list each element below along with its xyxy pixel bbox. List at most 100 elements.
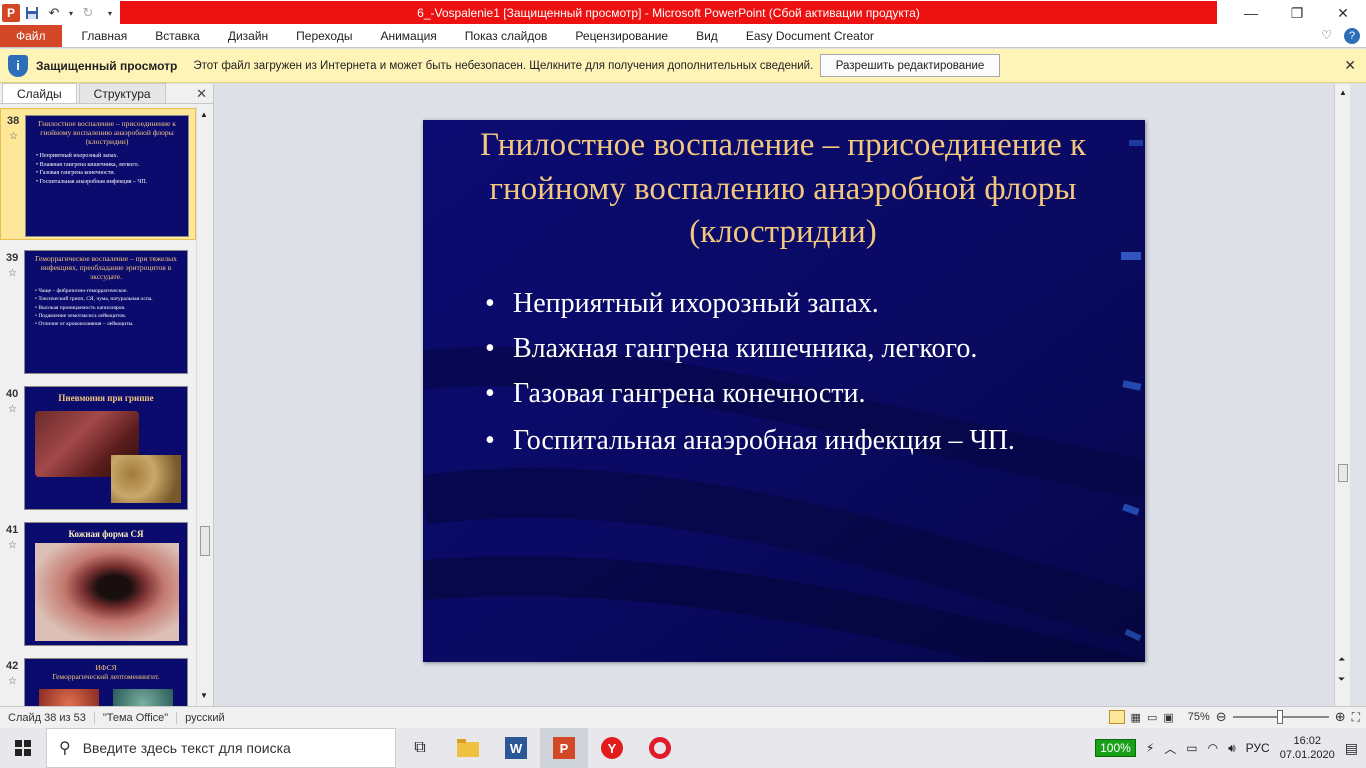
thumbnail-bullet: Отличие от кровоизлияния – лейкоциты. — [35, 320, 181, 328]
thumbnail-title: Геморрагическое воспаление – при тяжелых… — [35, 254, 177, 281]
view-and-zoom-controls: ▦ ▭ ▣ 75% ⊖ ⊕ ⛶ — [1108, 709, 1360, 725]
thumbnail-preview: Пневмония при гриппе — [24, 386, 188, 510]
tab-home[interactable]: Главная — [68, 25, 142, 47]
animation-star-icon: ☆ — [8, 676, 17, 687]
previous-slide-icon[interactable]: ⏶ — [1338, 654, 1345, 665]
thumbnail-number: 42 — [6, 660, 19, 672]
scrollbar-thumb[interactable] — [1338, 464, 1348, 482]
thumbnail-slide-42[interactable]: 42 ☆ ИФСЯ Геморрагический лептоменингит. — [0, 654, 196, 706]
thumbnail-slide-38[interactable]: 38 ☆ Гнилостное воспаление – присоединен… — [0, 108, 196, 240]
file-explorer-icon[interactable] — [444, 728, 492, 768]
taskbar-search-input[interactable]: ⚲ Введите здесь текст для поиска — [46, 728, 396, 768]
zoom-slider[interactable] — [1232, 710, 1329, 724]
zoom-slider-knob[interactable] — [1276, 710, 1283, 724]
slide-sorter-icon[interactable]: ▦ — [1131, 711, 1141, 724]
language-indicator[interactable]: русский — [185, 712, 232, 724]
slide-bullet: Госпитальная анаэробная инфекция – ЧП. — [485, 422, 1045, 460]
customize-qat-icon[interactable]: ▾ — [100, 3, 120, 23]
thumbnail-bullet: Чаще – фибринозно-геморрагическое. — [35, 287, 181, 295]
tab-outline[interactable]: Структура — [78, 83, 166, 103]
slide-bullet: Влажная гангрена кишечника, легкого. — [485, 327, 1045, 372]
task-view-icon[interactable]: ⧉ — [396, 728, 444, 768]
redo-icon[interactable]: ↻ — [78, 3, 98, 23]
zoom-level[interactable]: 75% — [1188, 711, 1210, 723]
slide-bullets[interactable]: Неприятный ихорозный запах. Влажная ганг… — [485, 282, 1045, 460]
thumbnail-title: Кожная форма СЯ — [68, 529, 144, 539]
close-panel-icon[interactable]: ✕ — [196, 86, 207, 102]
tab-easy-document-creator[interactable]: Easy Document Creator — [732, 25, 888, 47]
thumbnail-slide-41[interactable]: 41 ☆ Кожная форма СЯ — [0, 518, 196, 648]
tab-view[interactable]: Вид — [682, 25, 732, 47]
thumbnail-preview: ИФСЯ Геморрагический лептоменингит. — [24, 658, 188, 706]
thumbnail-slide-40[interactable]: 40 ☆ Пневмония при гриппе — [0, 382, 196, 512]
windows-start-icon[interactable] — [0, 728, 46, 768]
animation-star-icon: ☆ — [9, 131, 18, 142]
powerpoint-logo-icon[interactable]: P — [2, 4, 20, 22]
thumbnail-bullets: Чаще – фибринозно-геморрагическое. Токси… — [25, 281, 187, 328]
tab-file[interactable]: Файл — [0, 25, 62, 47]
slide-thumbnails: 38 ☆ Гнилостное воспаление – присоединен… — [0, 106, 196, 706]
undo-dropdown-icon[interactable]: ▾ — [66, 3, 76, 23]
thumbnail-number: 39 — [6, 252, 19, 264]
normal-view-icon[interactable] — [1108, 710, 1125, 724]
next-slide-icon[interactable]: ⏷ — [1338, 674, 1345, 685]
input-language[interactable]: РУС — [1246, 741, 1270, 755]
thumbnails-scrollbar[interactable]: ▲ ▼ — [196, 106, 212, 706]
ribbon-collapse-icon[interactable]: ♡ — [1321, 28, 1332, 44]
zoom-out-icon[interactable]: ⊖ — [1216, 709, 1227, 725]
show-hidden-icons-icon[interactable]: ︿ — [1164, 740, 1176, 757]
protected-view-message[interactable]: Этот файл загружен из Интернета и может … — [193, 60, 813, 72]
minimize-icon[interactable]: — — [1228, 0, 1274, 26]
yandex-browser-icon[interactable]: Y — [588, 728, 636, 768]
undo-icon[interactable]: ↶ — [44, 3, 64, 23]
notifications-icon[interactable]: ▤ — [1345, 740, 1358, 757]
opera-icon[interactable] — [636, 728, 684, 768]
thumbnail-number: 38 — [7, 115, 20, 127]
clock[interactable]: 16:02 07.01.2020 — [1280, 734, 1335, 763]
battery-icon[interactable]: ▭ — [1186, 741, 1197, 755]
volume-icon[interactable]: 🔊︎ — [1228, 741, 1236, 756]
thumbnail-bullet: Токсический грипп, СЯ, чума, натуральная… — [35, 295, 181, 303]
thumbnail-histology-image — [111, 455, 181, 503]
thumbnail-bullet: Госпитальная анаэробная инфекция – ЧП. — [36, 178, 182, 187]
ribbon-right-controls: ♡ ? — [1321, 28, 1360, 44]
save-icon[interactable] — [22, 3, 42, 23]
enable-editing-button[interactable]: Разрешить редактирование — [820, 54, 1000, 77]
tab-slides[interactable]: Слайды — [2, 83, 77, 103]
tab-insert[interactable]: Вставка — [141, 25, 214, 47]
fit-slide-icon[interactable]: ⛶ — [1352, 710, 1360, 725]
shield-info-icon: i — [8, 54, 28, 77]
scrollbar-thumb[interactable] — [200, 526, 210, 556]
slides-panel-tabs: Слайды Структура ✕ — [0, 83, 213, 104]
word-icon[interactable]: W — [492, 728, 540, 768]
thumbnail-number: 40 — [6, 388, 19, 400]
editor-scrollbar[interactable]: ▲ ⏶ ⏷ — [1334, 84, 1350, 706]
theme-name[interactable]: "Тема Office" — [103, 711, 178, 724]
thumbnail-preview: Гнилостное воспаление – присоединение к … — [25, 115, 189, 237]
help-icon[interactable]: ? — [1344, 28, 1360, 44]
tab-transitions[interactable]: Переходы — [282, 25, 366, 47]
scroll-down-icon[interactable]: ▼ — [200, 691, 208, 700]
close-icon[interactable]: ✕ — [1320, 0, 1366, 26]
tab-slideshow[interactable]: Показ слайдов — [451, 25, 562, 47]
thumbnail-bullet: Газовая гангрена конечности. — [36, 169, 182, 178]
restore-icon[interactable]: ❐ — [1274, 0, 1320, 26]
tab-design[interactable]: Дизайн — [214, 25, 282, 47]
scroll-up-icon[interactable]: ▲ — [200, 110, 208, 119]
tab-review[interactable]: Рецензирование — [561, 25, 682, 47]
close-bar-icon[interactable]: ✕ — [1344, 57, 1356, 74]
slide-title[interactable]: Гнилостное воспаление – присоединение к … — [433, 124, 1133, 255]
power-plug-icon[interactable]: ⚡ — [1146, 741, 1154, 755]
powerpoint-icon[interactable]: P — [540, 728, 588, 768]
tab-animations[interactable]: Анимация — [366, 25, 450, 47]
animation-star-icon: ☆ — [8, 540, 17, 551]
reading-view-icon[interactable]: ▭ — [1147, 711, 1157, 724]
battery-level[interactable]: 100% — [1095, 739, 1136, 757]
current-slide[interactable]: Гнилостное воспаление – присоединение к … — [423, 120, 1145, 662]
scroll-up-icon[interactable]: ▲ — [1339, 88, 1347, 97]
status-bar: Слайд 38 из 53 "Тема Office" русский ▦ ▭… — [0, 706, 1366, 728]
thumbnail-slide-39[interactable]: 39 ☆ Геморрагическое воспаление – при тя… — [0, 246, 196, 376]
network-icon[interactable]: ◠ — [1208, 741, 1218, 755]
zoom-in-icon[interactable]: ⊕ — [1335, 709, 1346, 725]
slideshow-icon[interactable]: ▣ — [1163, 711, 1173, 724]
